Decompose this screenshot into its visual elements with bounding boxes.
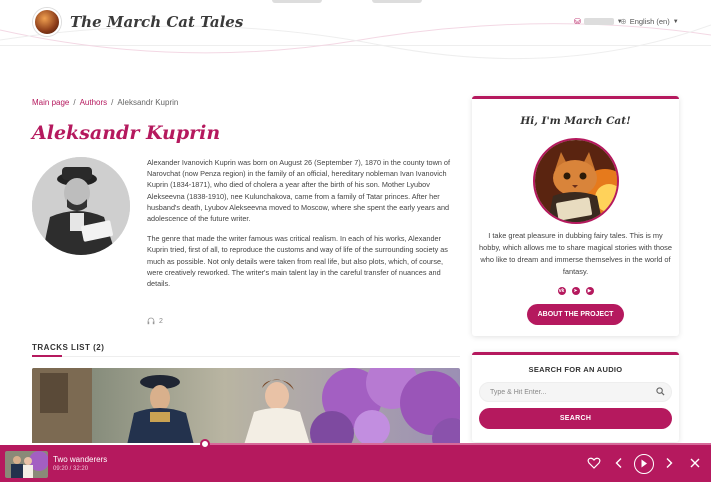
site-logo[interactable]	[33, 8, 61, 36]
cart-icon: ⛁	[574, 17, 581, 26]
player-track-title: Two wanderers	[53, 455, 108, 464]
nav-item-marker[interactable]	[372, 0, 422, 3]
march-cat-avatar	[533, 138, 619, 224]
player-time: 09:20 / 32:20	[53, 466, 89, 472]
page-title: Aleksandr Kuprin	[32, 122, 221, 144]
divider	[32, 356, 460, 357]
globe-icon: ⊕	[620, 17, 627, 26]
breadcrumb-current: Aleksandr Kuprin	[117, 98, 179, 107]
site-header: The March Cat Tales ⛁ ▼ ⊕ English (en) ▼	[0, 0, 711, 60]
next-icon[interactable]	[662, 456, 676, 470]
breadcrumb-home[interactable]: Main page	[32, 98, 69, 107]
chevron-down-icon: ▼	[672, 18, 679, 25]
play-icon	[641, 459, 647, 468]
nav-item-marker[interactable]	[272, 0, 322, 3]
track-cover-image[interactable]	[32, 368, 460, 445]
breadcrumb: Main page / Authors / Aleksandr Kuprin	[32, 98, 178, 107]
youtube-icon[interactable]: ▶	[585, 287, 594, 295]
player-thumbnail[interactable]	[5, 451, 48, 478]
about-card: Hi, I'm March Cat! I take great pleasure…	[472, 96, 679, 336]
heart-icon[interactable]	[587, 456, 601, 470]
header-decoration	[0, 23, 711, 60]
cart-amount-redacted	[583, 18, 614, 25]
player-progress-bar[interactable]	[0, 439, 711, 449]
bio-paragraph: Alexander Ivanovich Kuprin was born on A…	[147, 158, 451, 224]
audio-player: Two wanderers 09:20 / 32:20	[0, 445, 711, 482]
language-selector[interactable]: ⊕ English (en) ▼	[620, 17, 679, 26]
about-text: I take great pleasure in dubbing fairy t…	[479, 231, 672, 276]
about-title: Hi, I'm March Cat!	[520, 115, 631, 127]
player-progress-fill	[0, 443, 206, 445]
tracks-list-heading: TRACKS LIST (2)	[32, 343, 105, 352]
search-title: SEARCH FOR AN AUDIO	[528, 365, 623, 374]
vk-icon[interactable]: vk	[557, 287, 566, 295]
author-bio: Alexander Ivanovich Kuprin was born on A…	[147, 157, 460, 298]
headphones-icon	[147, 317, 155, 325]
breadcrumb-separator: /	[73, 98, 76, 107]
heading-underline	[32, 355, 62, 357]
breadcrumb-separator: /	[111, 98, 114, 107]
play-button[interactable]	[634, 454, 654, 474]
search-icon[interactable]	[656, 387, 665, 396]
cart-button[interactable]: ⛁ ▼	[574, 17, 623, 26]
close-icon[interactable]	[688, 456, 702, 470]
search-button[interactable]: SEARCH	[479, 408, 672, 429]
site-title[interactable]: The March Cat Tales	[70, 13, 243, 31]
author-portrait	[32, 157, 130, 255]
views-count: 2	[159, 317, 163, 325]
search-card: SEARCH FOR AN AUDIO SEARCH	[472, 352, 679, 442]
social-links: vk ➤ ▶	[472, 287, 679, 295]
search-input[interactable]	[479, 382, 672, 402]
about-project-button[interactable]: ABOUT THE PROJECT	[527, 304, 624, 325]
bio-paragraph: The genre that made the writer famous wa…	[147, 234, 448, 289]
telegram-icon[interactable]: ➤	[571, 287, 580, 295]
views-counter: 2	[147, 317, 163, 325]
breadcrumb-authors[interactable]: Authors	[80, 98, 108, 107]
previous-icon[interactable]	[612, 456, 626, 470]
language-label: English (en)	[629, 17, 670, 26]
